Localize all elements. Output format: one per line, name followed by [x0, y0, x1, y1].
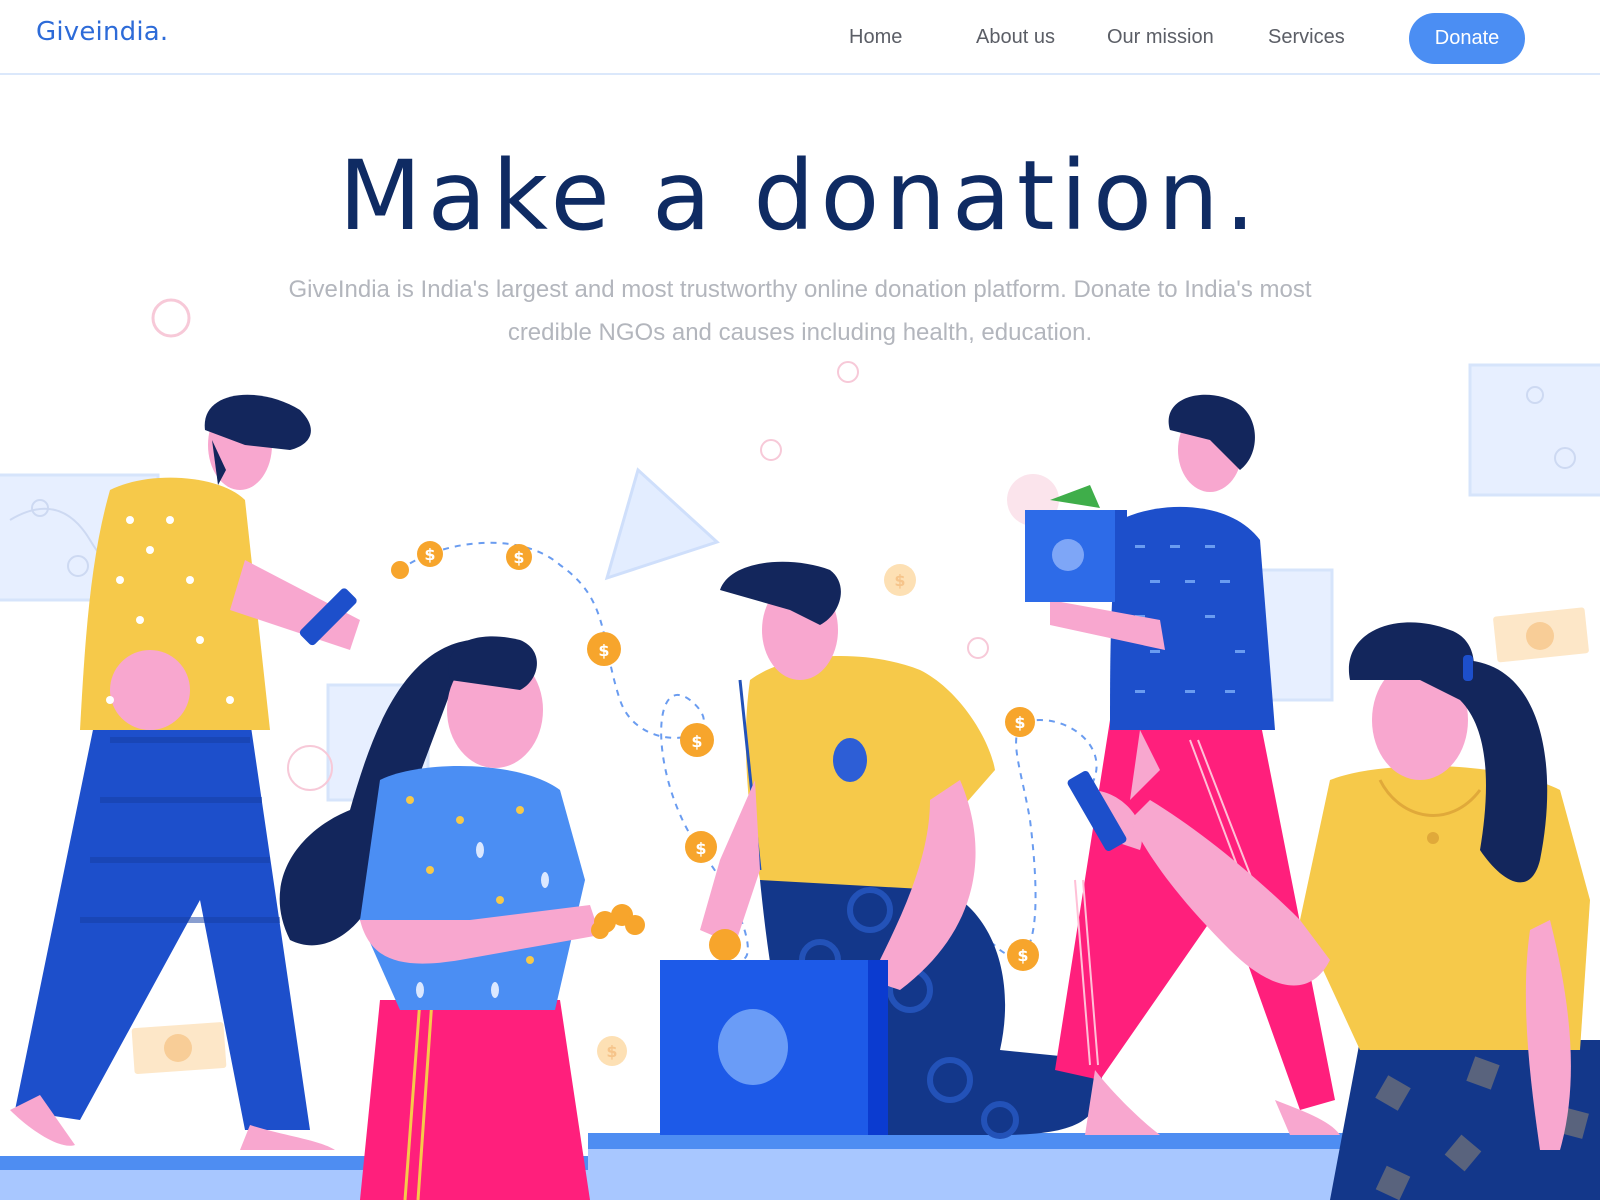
hero-subtitle: GiveIndia is India's largest and most tr… — [288, 276, 1312, 346]
nav-services[interactable]: Services — [1268, 26, 1345, 49]
svg-text:$: $ — [691, 732, 702, 751]
top-navbar: Giveindia. Home About us Our mission Ser… — [0, 0, 1600, 75]
giveindia-logo[interactable]: Giveindia. — [36, 17, 168, 47]
svg-text:$: $ — [513, 548, 524, 567]
svg-text:$: $ — [1014, 713, 1025, 732]
svg-text:$: $ — [606, 1042, 617, 1061]
nav-home[interactable]: Home — [849, 26, 902, 49]
donation-box-icon — [660, 960, 888, 1135]
svg-text:$: $ — [424, 545, 435, 564]
svg-text:$: $ — [598, 641, 609, 660]
page-title: Make a donation. — [338, 140, 1262, 252]
svg-text:$: $ — [894, 571, 905, 590]
nav-our-mission[interactable]: Our mission — [1107, 26, 1214, 49]
svg-text:$: $ — [1017, 946, 1028, 965]
svg-text:$: $ — [695, 839, 706, 858]
nav-about-us[interactable]: About us — [976, 26, 1055, 49]
person-man-right — [1025, 394, 1340, 1135]
donate-button[interactable]: Donate — [1409, 13, 1525, 64]
